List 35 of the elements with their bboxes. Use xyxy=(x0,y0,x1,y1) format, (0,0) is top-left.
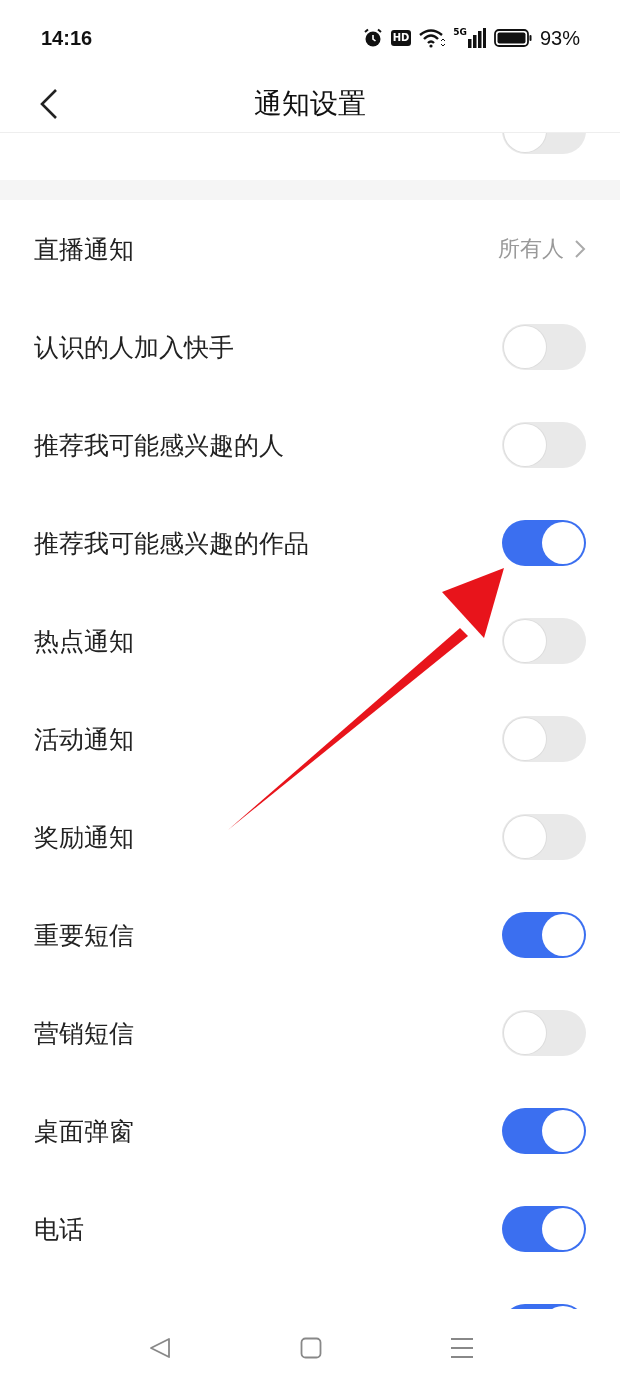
toggle-switch[interactable] xyxy=(502,716,586,762)
hd-badge: HD xyxy=(390,30,412,46)
toggle-switch[interactable] xyxy=(502,422,586,468)
toggle-switch[interactable] xyxy=(502,520,586,566)
setting-label: 电话 xyxy=(34,1213,84,1246)
wifi-icon xyxy=(419,28,446,48)
battery-percent: 93% xyxy=(539,26,580,50)
toggle-switch[interactable] xyxy=(502,814,586,860)
setting-value-link[interactable]: 所有人 xyxy=(498,234,586,264)
toggle-switch[interactable] xyxy=(502,1206,586,1252)
setting-label: 推荐我可能感兴趣的人 xyxy=(34,429,284,462)
menu-icon[interactable] xyxy=(450,1336,474,1359)
network-label: 5G xyxy=(453,28,467,37)
toggle-switch[interactable] xyxy=(502,912,586,958)
setting-label: 热点通知 xyxy=(34,625,134,658)
setting-label: 直播通知 xyxy=(34,233,134,266)
back-icon[interactable] xyxy=(39,88,59,120)
home-icon[interactable] xyxy=(300,1336,322,1359)
setting-label: 桌面弹窗 xyxy=(34,1115,134,1148)
page-title: 通知设置 xyxy=(254,86,366,122)
toggle-switch[interactable] xyxy=(502,1108,586,1154)
alarm-icon xyxy=(362,28,383,48)
clock-time: 14:16 xyxy=(41,26,93,50)
toggle-switch[interactable] xyxy=(502,618,586,664)
toggle-switch[interactable] xyxy=(502,1010,586,1056)
setting-label: 活动通知 xyxy=(34,723,134,756)
toggle-switch[interactable] xyxy=(502,324,586,370)
setting-label: 重要短信 xyxy=(34,919,134,952)
signal-icon xyxy=(467,28,486,48)
chevron-right-icon xyxy=(574,239,586,259)
setting-label: 认识的人加入快手 xyxy=(34,331,234,364)
battery-icon xyxy=(493,29,532,47)
setting-label: 推荐我可能感兴趣的作品 xyxy=(34,527,309,560)
setting-label: 奖励通知 xyxy=(34,821,134,854)
setting-label: 营销短信 xyxy=(34,1017,134,1050)
